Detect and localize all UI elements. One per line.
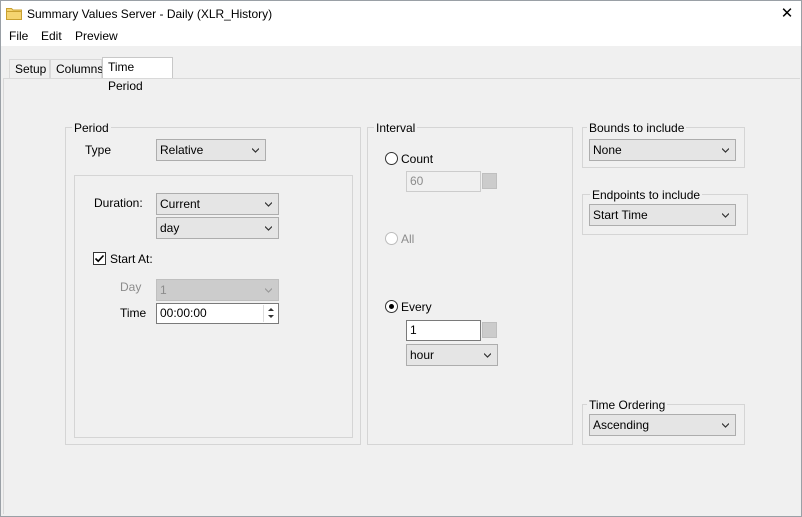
- chevron-down-icon: [722, 148, 729, 153]
- tab-time-period[interactable]: Time Period: [102, 57, 173, 93]
- ordering-select[interactable]: Ascending: [589, 414, 736, 436]
- chevron-down-icon: [265, 288, 272, 293]
- folder-icon: [6, 7, 22, 20]
- interval-legend: Interval: [374, 121, 418, 135]
- count-label: Count: [401, 152, 434, 166]
- spin-up-icon: [268, 308, 274, 311]
- day-select-value: 1: [160, 283, 167, 297]
- day-select[interactable]: 1: [156, 279, 279, 301]
- every-unit-value: hour: [410, 348, 435, 362]
- every-input-value: 1: [410, 323, 417, 337]
- chevron-down-icon: [265, 226, 272, 231]
- duration-unit-value: day: [160, 221, 180, 235]
- day-label: Day: [120, 280, 142, 294]
- check-icon: [94, 254, 105, 263]
- all-label: All: [401, 232, 415, 246]
- period-legend: Period: [72, 121, 111, 135]
- duration-unit-select[interactable]: day: [156, 217, 279, 239]
- duration-label: Duration:: [94, 196, 143, 210]
- every-options-button[interactable]: [482, 322, 497, 338]
- chevron-down-icon: [484, 353, 491, 358]
- time-label: Time: [120, 306, 147, 320]
- count-options-button[interactable]: [482, 173, 497, 189]
- every-unit-select[interactable]: hour: [406, 344, 498, 366]
- menu-file[interactable]: File: [9, 29, 28, 43]
- spin-down-icon: [268, 315, 274, 318]
- count-input-value: 60: [410, 174, 424, 188]
- chevron-down-icon: [265, 202, 272, 207]
- every-input[interactable]: 1: [406, 320, 481, 341]
- every-radio[interactable]: [385, 300, 398, 313]
- time-input[interactable]: 00:00:00: [156, 303, 279, 324]
- radio-selected-dot: [389, 304, 394, 309]
- close-button[interactable]: ✕: [773, 4, 801, 24]
- bounds-legend: Bounds to include: [587, 121, 687, 135]
- chevron-down-icon: [252, 148, 259, 153]
- start-at-label: Start At:: [110, 252, 153, 266]
- all-radio[interactable]: [385, 232, 398, 245]
- title-bar: Summary Values Server - Daily (XLR_Histo…: [1, 1, 801, 27]
- tab-setup[interactable]: Setup: [9, 59, 50, 79]
- start-at-checkbox[interactable]: [93, 252, 106, 265]
- count-radio[interactable]: [385, 152, 398, 165]
- tab-columns[interactable]: Columns: [50, 59, 103, 79]
- endpoints-select[interactable]: Start Time: [589, 204, 736, 226]
- menu-bar: File Edit Preview: [1, 27, 801, 46]
- bounds-select-value: None: [593, 143, 622, 157]
- window-title: Summary Values Server - Daily (XLR_Histo…: [27, 7, 273, 21]
- ordering-legend: Time Ordering: [587, 398, 668, 412]
- count-input[interactable]: 60: [406, 171, 481, 192]
- dialog-window: Summary Values Server - Daily (XLR_Histo…: [0, 0, 802, 517]
- menu-preview[interactable]: Preview: [75, 29, 118, 43]
- time-spin-buttons[interactable]: [263, 305, 277, 322]
- bounds-select[interactable]: None: [589, 139, 736, 161]
- endpoints-legend: Endpoints to include: [590, 188, 703, 202]
- ordering-select-value: Ascending: [593, 418, 650, 432]
- every-label: Every: [401, 300, 432, 314]
- time-input-value: 00:00:00: [160, 306, 207, 320]
- chevron-down-icon: [722, 423, 729, 428]
- menu-edit[interactable]: Edit: [41, 29, 62, 43]
- type-select[interactable]: Relative: [156, 139, 266, 161]
- endpoints-select-value: Start Time: [593, 208, 648, 222]
- type-select-value: Relative: [160, 143, 204, 157]
- chevron-down-icon: [722, 213, 729, 218]
- duration-select-value: Current: [160, 197, 201, 211]
- type-label: Type: [85, 143, 112, 157]
- duration-select[interactable]: Current: [156, 193, 279, 215]
